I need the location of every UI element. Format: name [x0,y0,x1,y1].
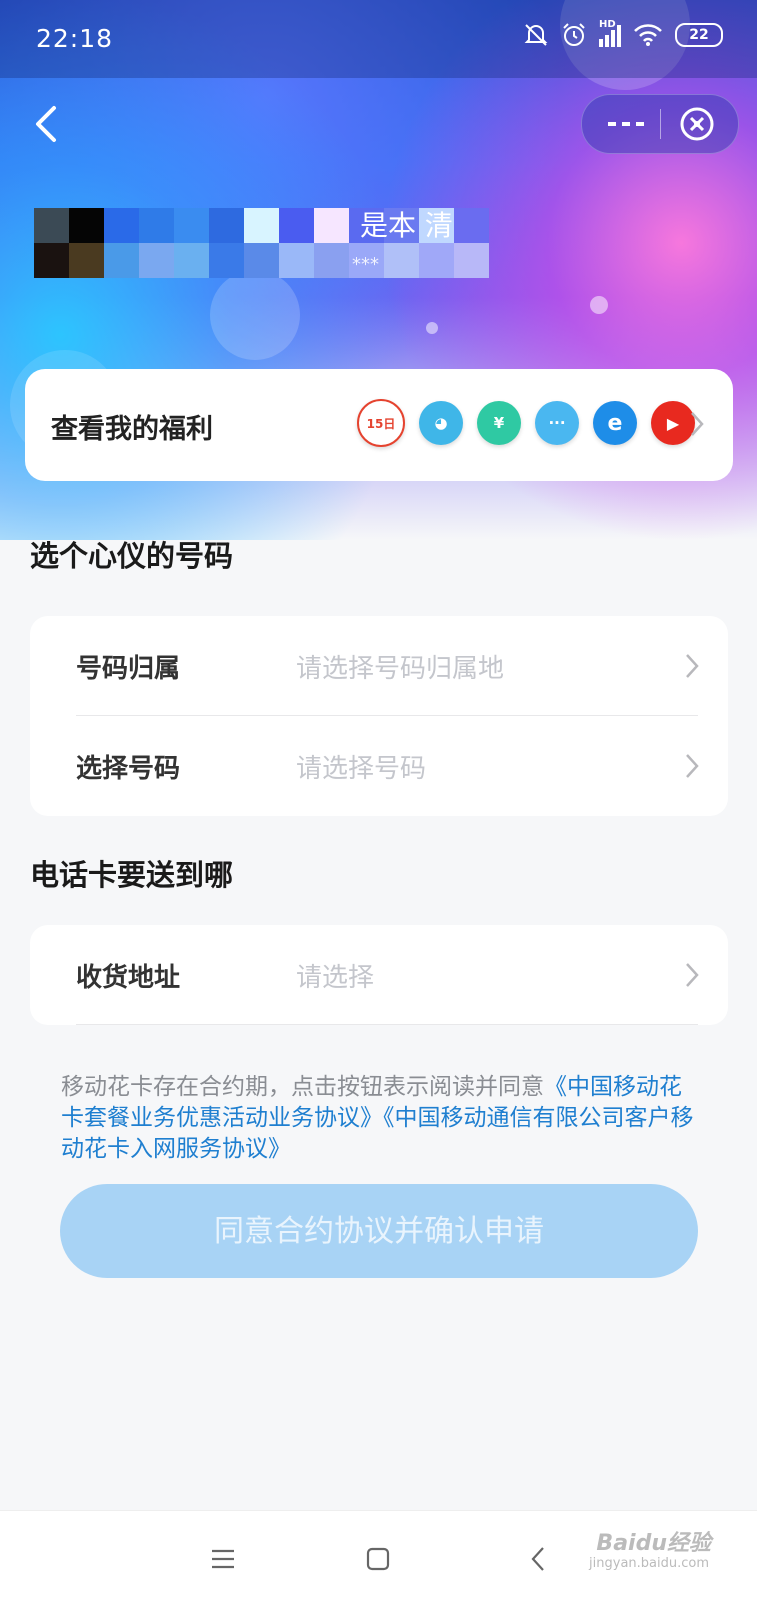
delivery-section-title: 电话卡要送到哪 [30,858,234,892]
address-row[interactable]: 收货地址 请选择 [30,925,728,1023]
chevron-right-icon [686,654,699,678]
more-button[interactable] [606,109,646,139]
row-divider [76,1024,698,1025]
mute-bell-icon [524,24,548,46]
signal-icon: HD [599,19,621,47]
close-button[interactable] [678,105,716,143]
battery-icon: 22 [675,23,723,47]
chevron-right-icon [686,963,699,987]
mini-program-capsule [581,94,739,154]
agreement-text: 移动花卡存在合约期，点击按钮表示阅读并同意《中国移动花卡套餐业务优惠活动业务协议… [61,1072,701,1165]
hand-icon: ◕ [419,401,463,445]
user-phone: *** [352,254,379,275]
number-location-select[interactable]: 请选择号码归属地 [296,648,504,685]
choose-number-row[interactable]: 选择号码 请选择号码 [30,716,728,814]
capsule-divider [660,109,661,139]
benefits-title: 查看我的福利 [51,414,213,445]
chevron-right-icon [686,754,699,778]
user-name: 是本 清 [360,209,453,242]
status-bar: 22:18 HD 22 [0,0,757,78]
hd-label: HD [599,19,616,30]
back-button[interactable] [28,102,68,146]
baidu-watermark: Baidu经验 [596,1531,711,1556]
number-location-row[interactable]: 号码归属 请选择号码归属地 [30,616,728,714]
number-card: 号码归属 请选择号码归属地 选择号码 请选择号码 [30,616,728,816]
confirm-apply-button[interactable]: 同意合约协议并确认申请 [60,1184,698,1278]
number-section-title: 选个心仪的号码 [30,539,234,573]
decor-bubble [590,296,608,314]
calendar-15-icon: 15日 [357,399,405,447]
home-button[interactable] [358,1539,398,1579]
decor-bubble [210,270,300,360]
row-label: 号码归属 [76,654,181,684]
row-label: 收货地址 [76,963,181,993]
more-icon [608,122,644,126]
menu-icon [212,1549,234,1569]
e-logo-icon: e [593,401,637,445]
chevron-left-icon [36,106,56,142]
nav-back-button[interactable] [518,1539,558,1579]
home-square-icon [366,1547,390,1571]
menu-button[interactable] [203,1539,243,1579]
wifi-icon [634,24,662,46]
benefits-card[interactable]: 查看我的福利 15日 ◕ ¥ ··· e ▶ [25,369,733,481]
status-icons: HD 22 [523,19,723,48]
alarm-icon [563,23,585,46]
decor-bubble [426,322,438,334]
close-circle-icon [680,107,714,141]
choose-number-select[interactable]: 请选择号码 [296,748,426,785]
message-icon: ··· [535,401,579,445]
yen-icon: ¥ [477,401,521,445]
user-profile: 是本 清 *** [34,208,489,278]
row-label: 选择号码 [76,754,181,784]
benefits-icons: 15日 ◕ ¥ ··· e ▶ [357,399,695,447]
status-time: 22:18 [36,24,114,53]
chevron-right-icon [691,412,704,436]
agreement-prefix: 移动花卡存在合约期，点击按钮表示阅读并同意 [61,1074,544,1100]
baidu-watermark-url: jingyan.baidu.com [589,1556,709,1571]
delivery-card: 收货地址 请选择 [30,925,728,1025]
back-triangle-icon [531,1547,544,1571]
address-select[interactable]: 请选择 [296,957,374,994]
